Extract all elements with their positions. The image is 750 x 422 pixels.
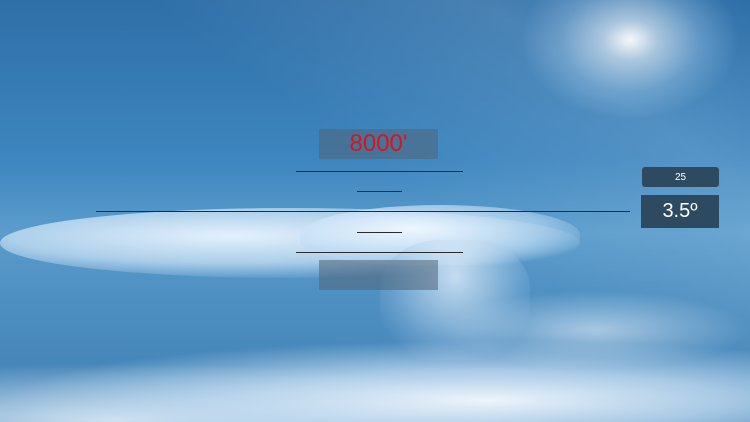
- altitude-readout: 8000': [319, 129, 438, 159]
- pitch-line-upper-short: [357, 191, 402, 192]
- angle-value: 3.5º: [662, 200, 698, 222]
- cloud-bottom: [0, 340, 750, 422]
- angle-readout[interactable]: 3.5º: [641, 195, 719, 228]
- lower-readout: [319, 260, 438, 290]
- altitude-value: 8000': [349, 130, 408, 157]
- sky-view: 8000' 25 3.5º: [0, 0, 750, 422]
- small-readout-button[interactable]: 25: [642, 167, 719, 187]
- pitch-line-upper: [296, 171, 463, 172]
- pitch-line-lower-short: [357, 232, 402, 233]
- pitch-line-lower: [296, 252, 463, 253]
- horizon-line: [96, 211, 630, 212]
- small-readout-value: 25: [674, 171, 687, 183]
